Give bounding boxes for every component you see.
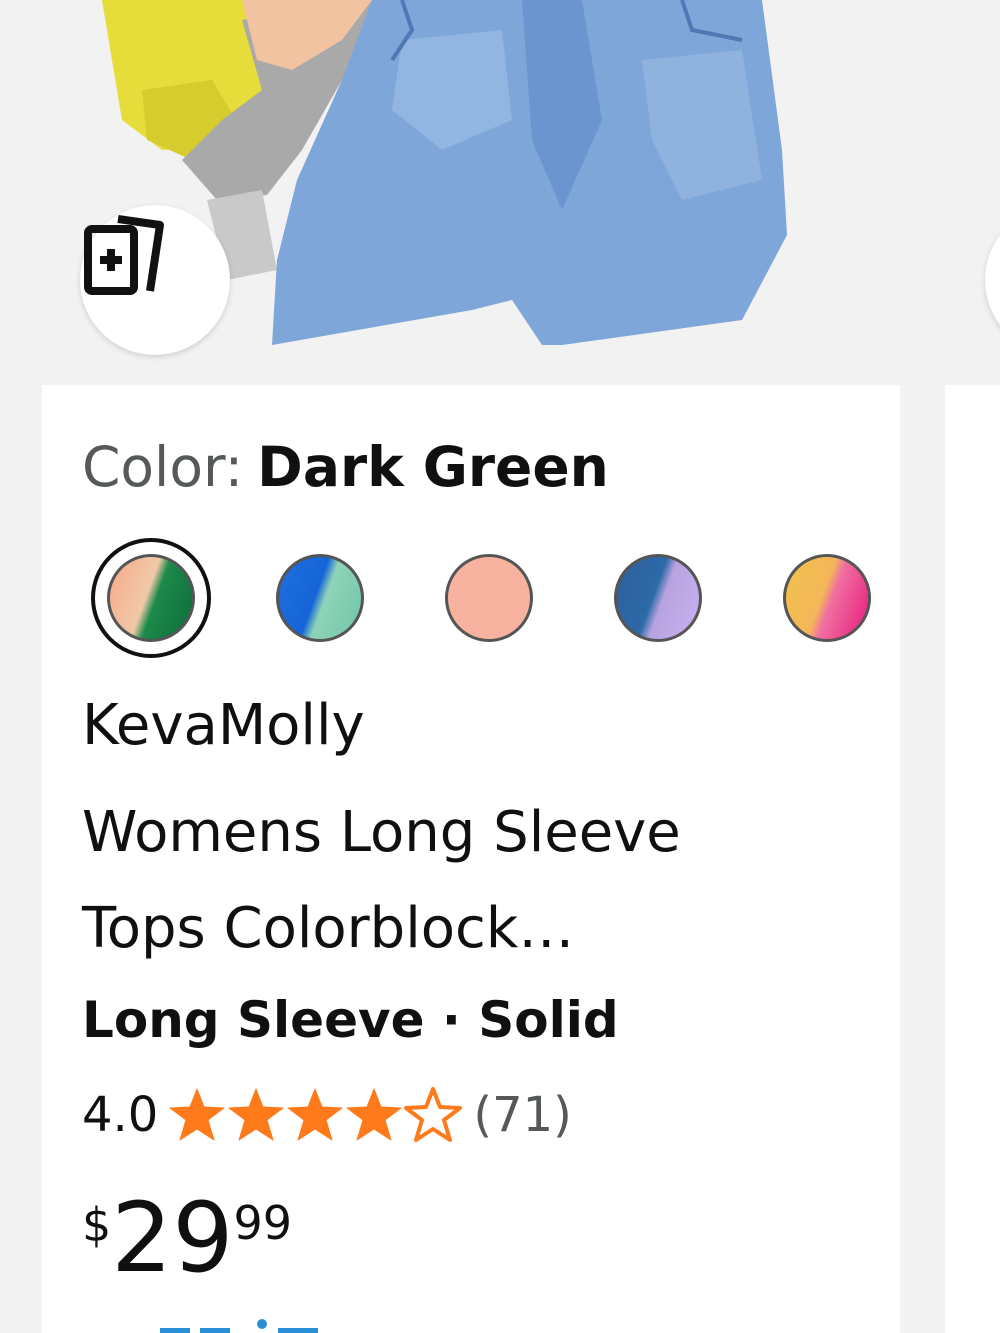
color-value: Dark Green (257, 435, 609, 499)
next-product-image[interactable] (945, 0, 1000, 385)
price-fraction: 99 (233, 1196, 292, 1250)
product-title-line-2: Tops Colorblock… (82, 896, 575, 961)
brand-name[interactable]: KevaMolly (82, 688, 365, 764)
product-card[interactable]: Color: Dark Green KevaMolly Womens Long S… (42, 0, 900, 1333)
selected-color: Color: Dark Green (82, 432, 609, 502)
color-label: Color: (82, 435, 244, 499)
product-attributes: Long Sleeve · Solid (82, 991, 619, 1049)
price-symbol: $ (82, 1198, 112, 1252)
star-filled-icon (169, 1088, 225, 1141)
product-title[interactable]: Womens Long Sleeve Tops Colorblock… (82, 785, 862, 977)
swatch-pink[interactable] (445, 554, 533, 642)
swatch-yellow-magenta[interactable] (783, 554, 871, 642)
color-swatches (91, 538, 892, 658)
review-count[interactable]: (71) (473, 1087, 572, 1143)
star-filled-icon (228, 1088, 284, 1141)
star-outline-icon (404, 1087, 463, 1142)
add-to-compare-button[interactable] (80, 205, 230, 355)
star-filled-icon (346, 1088, 402, 1141)
rating-value: 4.0 (82, 1087, 159, 1143)
product-title-line-1: Womens Long Sleeve (82, 800, 681, 865)
swatch-navy-lavender[interactable] (614, 554, 702, 642)
price-whole: 29 (111, 1182, 234, 1294)
rating-stars (168, 1086, 463, 1144)
price: $2999 (82, 1188, 292, 1288)
next-product-card[interactable] (945, 0, 1000, 1333)
prime-badge-partial (82, 1318, 382, 1333)
swatch-dark-green[interactable] (107, 554, 195, 642)
add-to-compare-icon (84, 215, 164, 295)
product-image[interactable] (42, 0, 900, 385)
star-filled-icon (287, 1088, 343, 1141)
swatch-blue[interactable] (276, 554, 364, 642)
rating[interactable]: 4.0 (71) (82, 1080, 572, 1150)
